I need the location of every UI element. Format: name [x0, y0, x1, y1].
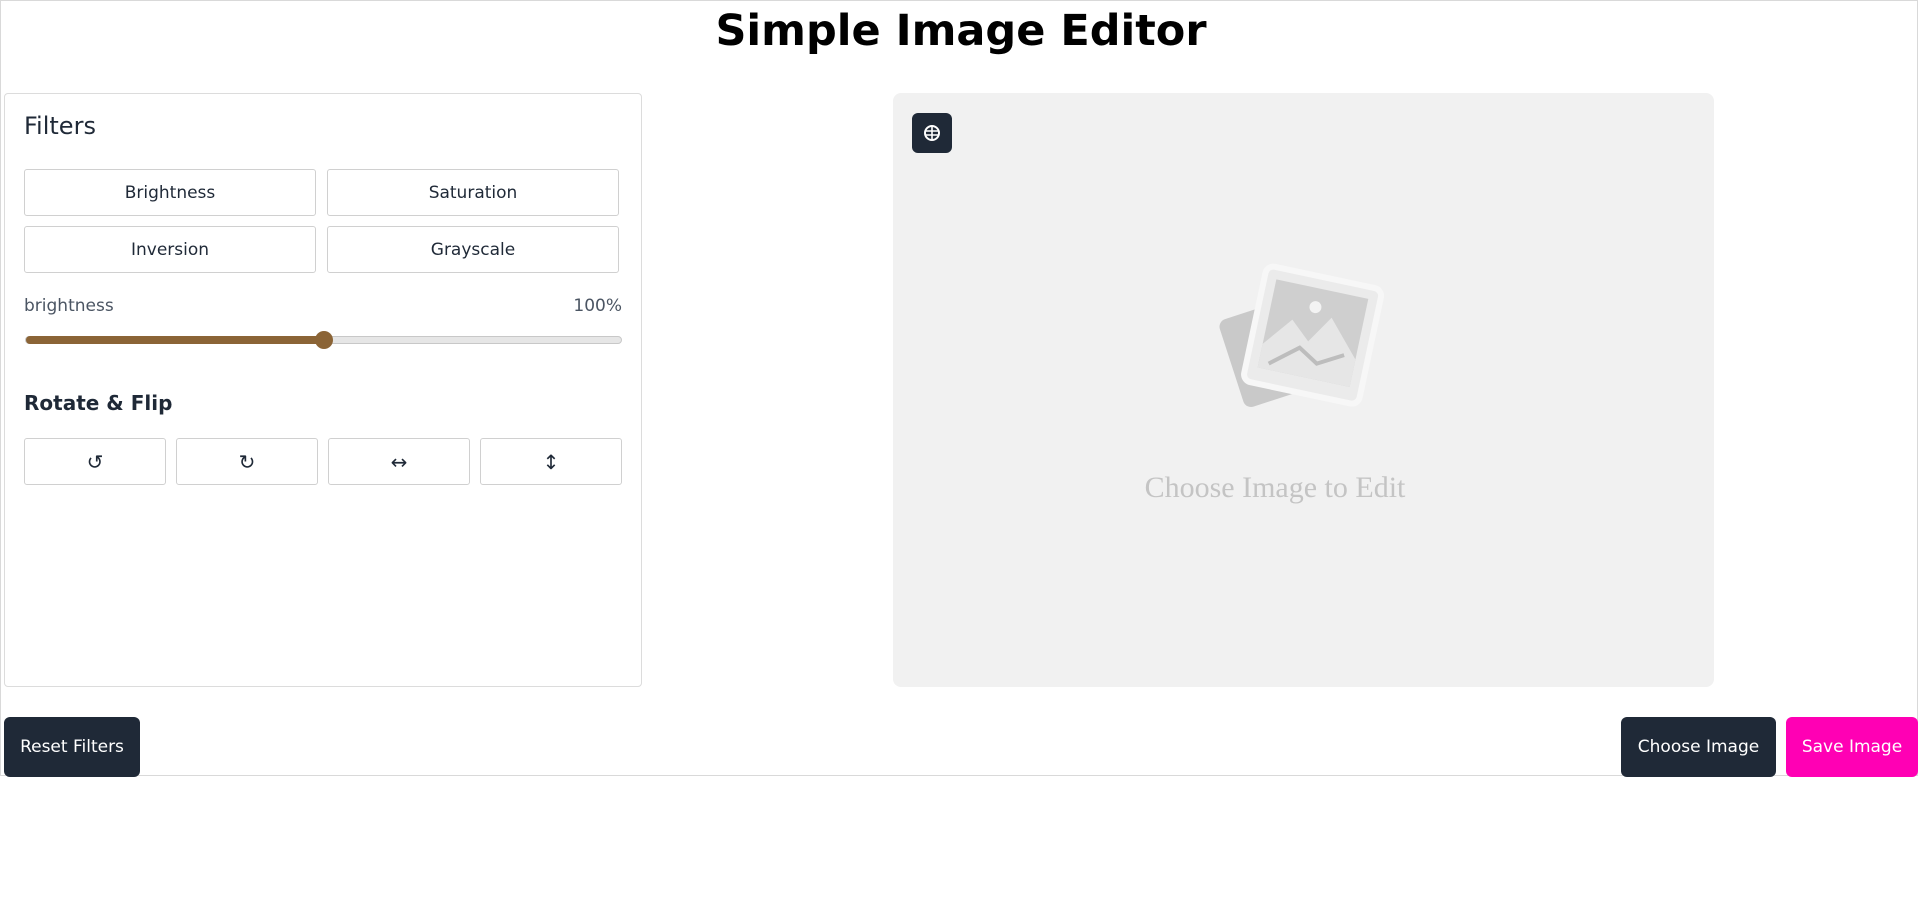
ai-button[interactable] — [912, 113, 952, 153]
filters-heading: Filters — [24, 112, 96, 140]
brightness-slider[interactable] — [25, 331, 622, 349]
slider-label: brightness — [24, 296, 114, 316]
rotate-left-icon: ↺ — [86, 449, 104, 474]
rotate-right-button[interactable]: ↻ — [176, 438, 318, 485]
placeholder-text: Choose Image to Edit — [1144, 471, 1406, 504]
rotate-right-icon: ↻ — [238, 449, 256, 474]
image-placeholder-icon — [1219, 263, 1385, 407]
choose-image-button[interactable]: Choose Image — [1621, 717, 1776, 777]
app-frame: Simple Image Editor Filters Brightness S… — [0, 0, 1918, 777]
page-title: Simple Image Editor — [715, 6, 1207, 56]
flip-vertical-button[interactable]: ↕ — [480, 438, 622, 485]
brain-icon — [924, 125, 940, 141]
slider-value: 100% — [573, 296, 622, 316]
slider-fill — [26, 336, 324, 344]
flip-horizontal-button[interactable]: ↔ — [328, 438, 470, 485]
grayscale-filter-button[interactable]: Grayscale — [327, 226, 619, 273]
brightness-filter-button[interactable]: Brightness — [24, 169, 316, 216]
filters-panel: Filters Brightness Saturation Inversion … — [4, 93, 642, 687]
save-image-button[interactable]: Save Image — [1786, 717, 1918, 777]
rotate-flip-heading: Rotate & Flip — [24, 391, 173, 415]
slider-thumb[interactable] — [314, 331, 333, 349]
saturation-filter-button[interactable]: Saturation — [327, 169, 619, 216]
inversion-filter-button[interactable]: Inversion — [24, 226, 316, 273]
flip-horizontal-icon: ↔ — [390, 449, 408, 474]
rotate-left-button[interactable]: ↺ — [24, 438, 166, 485]
reset-filters-button[interactable]: Reset Filters — [4, 717, 140, 777]
flip-vertical-icon: ↕ — [542, 449, 560, 474]
image-preview[interactable]: Choose Image to Edit — [893, 93, 1714, 687]
